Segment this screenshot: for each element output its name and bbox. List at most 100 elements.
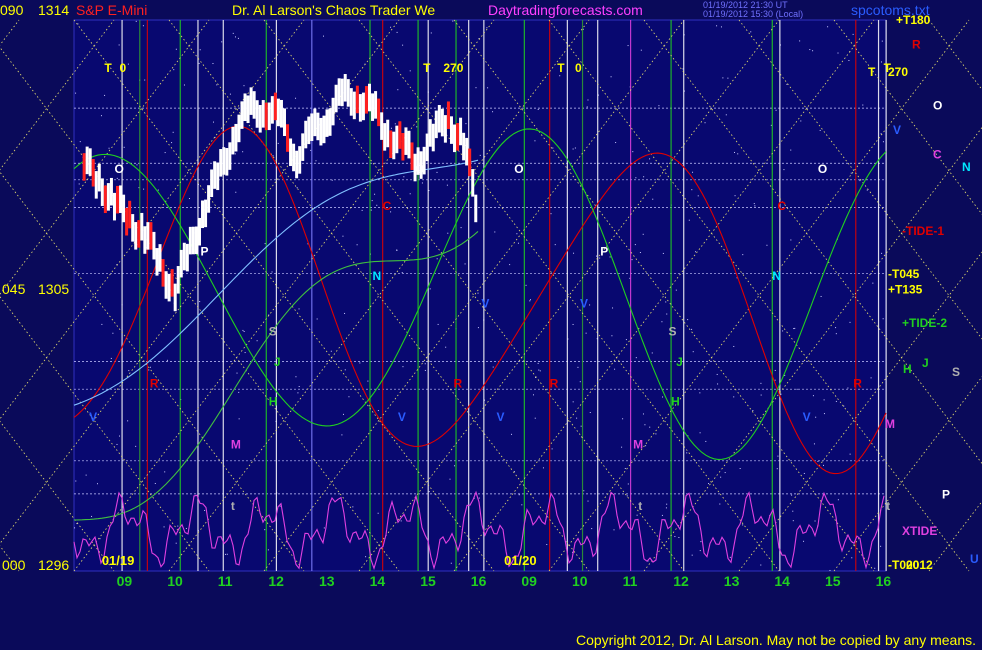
plot-label: C xyxy=(777,199,786,213)
star xyxy=(639,252,641,254)
symbol-label: S&P E-Mini xyxy=(76,2,148,18)
star xyxy=(323,527,325,529)
star xyxy=(163,526,165,528)
hour-tick-label: 09 xyxy=(521,573,537,589)
star xyxy=(614,368,616,370)
star xyxy=(450,562,452,564)
star xyxy=(397,89,399,91)
star xyxy=(800,120,802,122)
star xyxy=(812,395,814,397)
plot-label: 0 xyxy=(120,61,127,75)
date-label: 01/20 xyxy=(504,553,537,568)
star xyxy=(880,61,882,63)
price-bar xyxy=(286,124,290,152)
plot-label: R xyxy=(454,376,463,390)
star xyxy=(720,26,722,28)
star xyxy=(310,149,312,151)
plot-label: O xyxy=(514,162,523,176)
price-bar xyxy=(243,93,247,122)
price-bar xyxy=(219,149,223,177)
price-bar xyxy=(407,130,411,159)
star xyxy=(234,153,236,155)
star xyxy=(538,369,540,371)
star xyxy=(475,87,477,89)
price-bar xyxy=(216,162,220,191)
star xyxy=(199,49,201,51)
star xyxy=(445,346,447,348)
star xyxy=(374,193,376,195)
star xyxy=(477,327,479,329)
price-bar xyxy=(389,130,393,158)
price-bar xyxy=(188,226,192,255)
star xyxy=(409,193,411,195)
star xyxy=(827,26,829,28)
price-bar xyxy=(182,242,186,271)
plot-label: t xyxy=(231,499,235,513)
star xyxy=(361,209,363,211)
price-bar xyxy=(103,185,107,214)
star xyxy=(164,152,166,154)
price-bar xyxy=(346,79,350,107)
star xyxy=(835,400,837,402)
price-bar xyxy=(386,119,390,148)
star xyxy=(837,499,839,501)
right-label: S xyxy=(952,365,960,379)
plot-label: J xyxy=(274,355,281,369)
price-bar xyxy=(185,243,189,272)
star xyxy=(626,495,628,497)
star xyxy=(852,33,854,35)
price-bar xyxy=(298,146,302,174)
star xyxy=(635,357,637,359)
star xyxy=(424,369,426,371)
price-bar xyxy=(398,121,402,149)
plot-label: V xyxy=(580,297,588,311)
price-top-label: 1314 xyxy=(38,2,70,18)
price-bar xyxy=(261,100,265,128)
star xyxy=(760,564,762,566)
star xyxy=(409,70,411,72)
star xyxy=(589,304,591,306)
star xyxy=(803,540,805,542)
price-bar xyxy=(313,108,317,137)
star xyxy=(572,401,574,403)
star xyxy=(803,472,805,474)
star xyxy=(775,109,777,111)
price-bar xyxy=(401,132,405,161)
star xyxy=(708,483,710,485)
star xyxy=(776,468,778,470)
star xyxy=(636,514,638,516)
price-bar xyxy=(137,220,141,248)
star xyxy=(815,416,817,418)
plot-label: M xyxy=(633,438,643,452)
star xyxy=(651,352,653,354)
star xyxy=(430,32,432,34)
star xyxy=(296,187,298,189)
star xyxy=(552,147,554,149)
price-bar xyxy=(440,108,444,137)
price-bar xyxy=(282,108,286,136)
star xyxy=(766,244,768,246)
price-bar xyxy=(128,200,132,229)
price-bar xyxy=(474,194,478,223)
star xyxy=(143,188,145,190)
price-bar xyxy=(210,169,214,198)
file-name-label: spcotoms.txt xyxy=(851,2,930,18)
star xyxy=(621,446,623,448)
star xyxy=(183,84,185,86)
hour-tick-label: 16 xyxy=(471,573,487,589)
star xyxy=(790,149,792,151)
plot-label: P xyxy=(600,245,608,259)
star xyxy=(774,379,776,381)
star xyxy=(85,474,87,476)
star xyxy=(243,330,245,332)
star xyxy=(615,142,617,144)
star xyxy=(242,151,244,153)
star xyxy=(812,50,814,52)
star xyxy=(198,62,200,64)
plot-label: M xyxy=(231,438,241,452)
star xyxy=(585,332,587,334)
star xyxy=(460,227,462,229)
star xyxy=(587,99,589,101)
plot-label: J xyxy=(676,355,683,369)
star xyxy=(576,417,578,419)
